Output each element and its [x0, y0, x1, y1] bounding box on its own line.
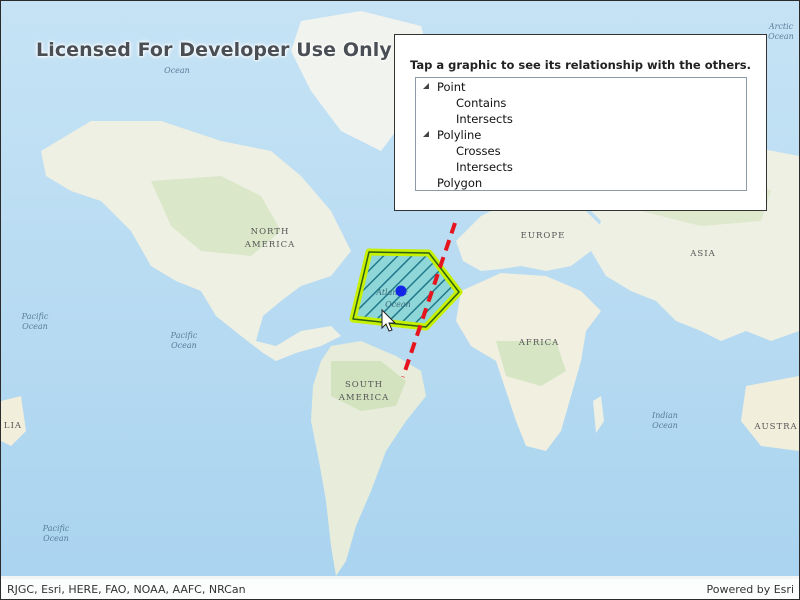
tree-item-polygon[interactable]: Polygon: [416, 175, 746, 191]
label-atlantic-ocean-2: Ocean: [385, 300, 411, 309]
label-arctic-ocean-1: Arctic: [768, 22, 794, 31]
panel-title: Tap a graphic to see its relationship wi…: [409, 58, 752, 72]
relationship-panel: Tap a graphic to see its relationship wi…: [394, 34, 767, 211]
tree-item-label: Intersects: [456, 160, 513, 174]
tree-item-label: Polyline: [437, 128, 482, 142]
license-watermark: Licensed For Developer Use Only: [36, 39, 392, 61]
label-north-america-1: NORTH: [251, 227, 290, 237]
tree-item-polyline[interactable]: Polyline: [416, 127, 746, 143]
label-south-america-2: AMERICA: [338, 393, 389, 403]
tree-item-polyline-crosses[interactable]: Crosses: [416, 143, 746, 159]
tree-item-label: Point: [437, 80, 466, 94]
label-pacific-bottom-1: Pacific: [42, 524, 70, 533]
attribution-text[interactable]: RJGC, Esri, HERE, FAO, NOAA, AAFC, NRCan: [7, 583, 246, 596]
label-ocean-top-left: Ocean: [164, 66, 190, 75]
label-north-america-2: AMERICA: [244, 240, 295, 250]
label-indian-ocean-2: Ocean: [652, 421, 678, 430]
label-europe: EUROPE: [521, 231, 566, 241]
label-australia-left-partial: LIA: [4, 421, 22, 431]
tree-item-point-contains[interactable]: Contains: [416, 95, 746, 111]
expander-icon[interactable]: [423, 131, 429, 137]
attribution-bar: RJGC, Esri, HERE, FAO, NOAA, AAFC, NRCan…: [1, 579, 799, 599]
tree-item-label: Crosses: [456, 144, 501, 158]
point-graphic[interactable]: [395, 285, 407, 297]
powered-by-esri[interactable]: Powered by Esri: [706, 583, 794, 596]
label-africa: AFRICA: [518, 338, 559, 348]
relationship-tree[interactable]: Point Contains Intersects Polyline Cross…: [415, 77, 747, 191]
tree-item-label: Polygon: [437, 176, 483, 190]
label-pacific-left-1: Pacific: [21, 312, 49, 321]
app-window: NORTH AMERICA SOUTH AMERICA EUROPE ASIA …: [0, 0, 800, 600]
tree-item-label: Intersects: [456, 112, 513, 126]
label-arctic-ocean-2: Ocean: [768, 32, 794, 41]
label-pacific-left-2: Ocean: [22, 322, 48, 331]
label-pacific-mid-1: Pacific: [170, 331, 198, 340]
label-pacific-bottom-2: Ocean: [43, 534, 69, 543]
label-australia-partial: AUSTRA: [753, 422, 797, 432]
label-pacific-mid-2: Ocean: [171, 341, 197, 350]
tree-item-label: Contains: [456, 96, 507, 110]
label-asia: ASIA: [689, 249, 715, 259]
tree-item-point[interactable]: Point: [416, 79, 746, 95]
label-south-america-1: SOUTH: [345, 380, 383, 390]
label-indian-ocean-1: Indian: [651, 411, 678, 420]
tree-item-point-intersects[interactable]: Intersects: [416, 111, 746, 127]
expander-icon[interactable]: [423, 83, 429, 89]
tree-item-polyline-intersects[interactable]: Intersects: [416, 159, 746, 175]
